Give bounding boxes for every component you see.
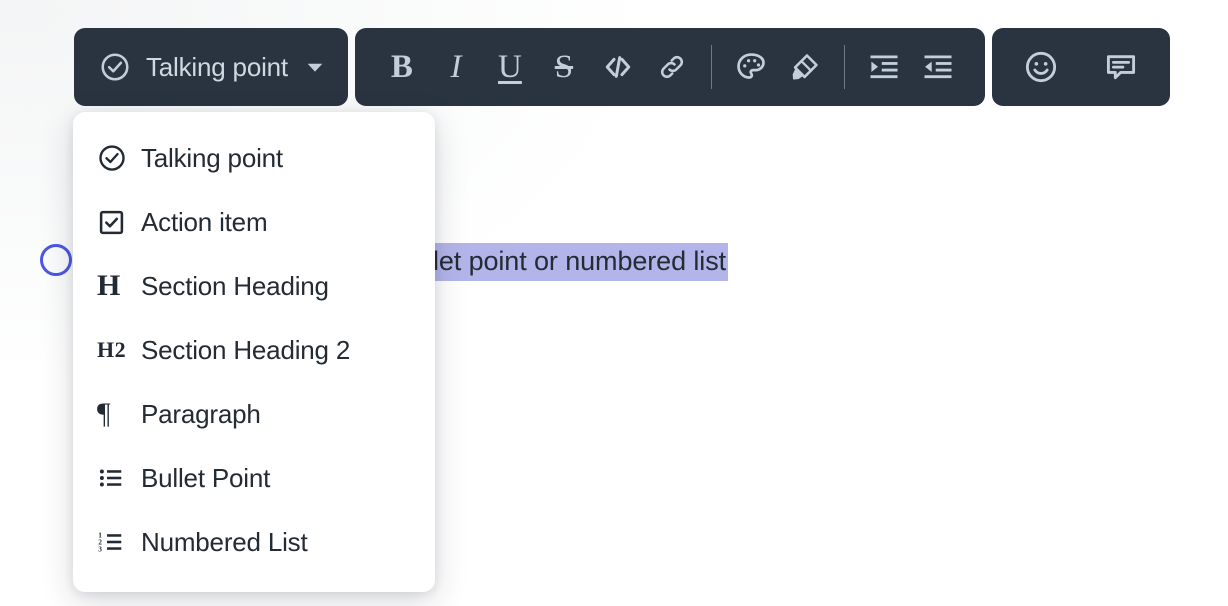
menu-item-section-heading[interactable]: H Section Heading [73, 254, 435, 318]
chevron-down-icon[interactable] [302, 54, 328, 80]
block-type-dropdown-menu: Talking point Action item H Section Head… [73, 112, 435, 592]
indent-increase-icon [870, 55, 898, 79]
indent-increase-button[interactable] [857, 40, 911, 94]
smiley-icon [1025, 51, 1057, 83]
underline-button[interactable]: U [483, 40, 537, 94]
svg-text:3: 3 [98, 544, 102, 553]
indent-decrease-icon [924, 55, 952, 79]
check-circle-icon [98, 50, 132, 84]
checkbox-checked-icon [97, 208, 141, 237]
indent-decrease-button[interactable] [911, 40, 965, 94]
underline-glyph: U [498, 48, 522, 85]
extras-button-group [991, 28, 1170, 106]
comment-button[interactable] [1094, 40, 1148, 94]
numbered-list-icon: 1 2 3 [97, 528, 141, 556]
menu-item-section-heading-2[interactable]: H2 Section Heading 2 [73, 318, 435, 382]
talking-point-circle-icon [40, 244, 72, 276]
strikethrough-glyph: S [554, 48, 574, 85]
menu-item-numbered-list[interactable]: 1 2 3 Numbered List [73, 510, 435, 574]
block-type-label: Talking point [146, 51, 288, 82]
check-circle-icon [97, 143, 141, 173]
link-icon [660, 55, 683, 79]
toolbar-separator-2 [843, 45, 845, 89]
bold-button[interactable]: B [375, 40, 429, 94]
menu-item-bullet-point[interactable]: Bullet Point [73, 446, 435, 510]
code-button[interactable] [591, 40, 645, 94]
code-icon [605, 56, 631, 78]
menu-item-talking-point[interactable]: Talking point [73, 126, 435, 190]
heading-2-icon: H2 [97, 337, 127, 362]
heading-1-icon: H [97, 269, 121, 302]
italic-glyph: I [450, 48, 462, 85]
link-button[interactable] [645, 40, 699, 94]
menu-item-label: Bullet Point [141, 462, 271, 493]
menu-item-label: Numbered List [141, 526, 308, 557]
menu-item-label: Talking point [141, 142, 283, 173]
palette-icon [737, 53, 765, 79]
highlighter-icon [792, 54, 818, 80]
pilcrow-icon: ¶ [97, 397, 111, 430]
highlight-button[interactable] [778, 40, 832, 94]
emoji-button[interactable] [1014, 40, 1068, 94]
toolbar-separator-1 [710, 45, 712, 89]
menu-item-label: Section Heading 2 [141, 334, 351, 365]
menu-item-paragraph[interactable]: ¶ Paragraph [73, 382, 435, 446]
comment-icon [1106, 55, 1135, 80]
menu-item-action-item[interactable]: Action item [73, 190, 435, 254]
formatting-toolbar: Talking point B I U S [74, 28, 1170, 106]
strikethrough-button[interactable]: S [537, 40, 591, 94]
menu-item-label: Paragraph [141, 398, 261, 429]
block-type-selector[interactable]: Talking point [74, 28, 348, 106]
text-color-button[interactable] [724, 40, 778, 94]
menu-item-label: Section Heading [141, 270, 329, 301]
format-button-group: B I U S [354, 28, 985, 106]
menu-item-label: Action item [141, 206, 268, 237]
bold-glyph: B [390, 48, 413, 85]
italic-button[interactable]: I [429, 40, 483, 94]
bullet-list-icon [97, 464, 141, 492]
